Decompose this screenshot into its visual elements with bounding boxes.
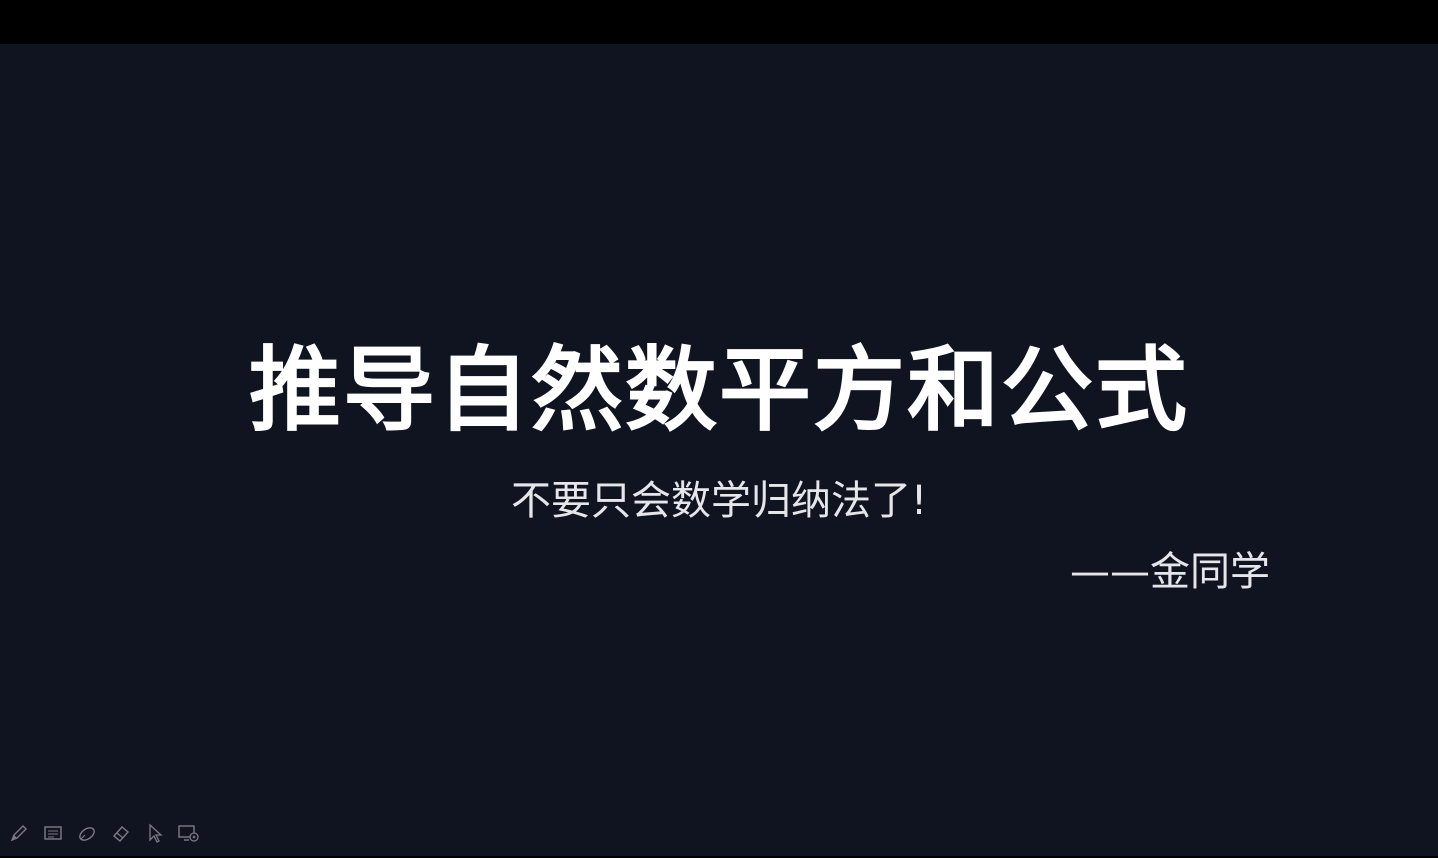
slide-subtitle: 不要只会数学归纳法了! bbox=[510, 478, 928, 524]
slide-author: ——金同学 bbox=[1070, 549, 1270, 595]
highlighter-icon[interactable] bbox=[74, 820, 100, 846]
eraser-icon[interactable] bbox=[108, 820, 134, 846]
slides-icon[interactable] bbox=[40, 820, 66, 846]
pen-icon[interactable] bbox=[6, 820, 32, 846]
slide-title: 推导自然数平方和公式 bbox=[248, 337, 1189, 444]
slide: 推导自然数平方和公式 不要只会数学归纳法了! ——金同学 bbox=[0, 44, 1438, 856]
pointer-icon[interactable] bbox=[142, 820, 168, 846]
screen-settings-icon[interactable] bbox=[176, 820, 202, 846]
presentation-screen: 推导自然数平方和公式 不要只会数学归纳法了! ——金同学 bbox=[0, 0, 1438, 858]
presenter-toolbar bbox=[6, 820, 202, 846]
